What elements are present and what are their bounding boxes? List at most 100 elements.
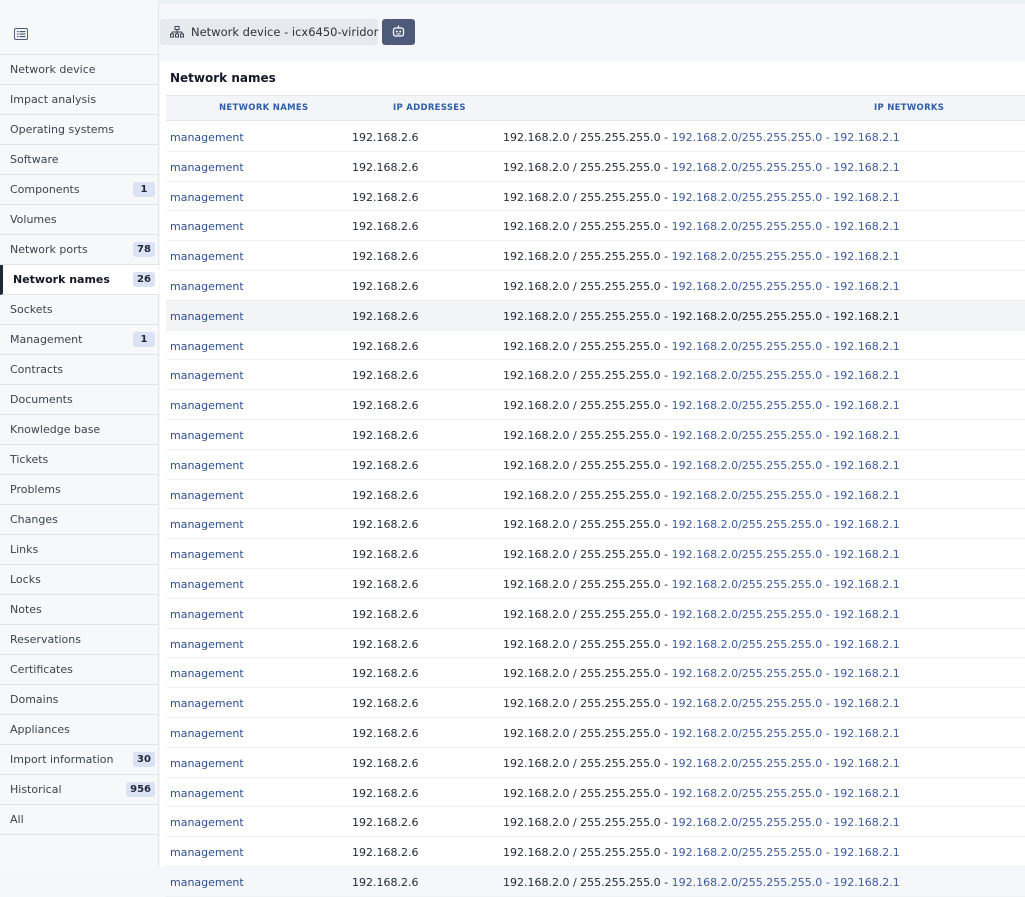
ip-network-link[interactable]: 192.168.2.0/255.255.255.0 - 192.168.2.1	[672, 578, 900, 591]
ip-network-link[interactable]: 192.168.2.0/255.255.255.0 - 192.168.2.1	[672, 191, 900, 204]
table-row[interactable]: management 192.168.2.6 192.168.2.0 / 255.2…	[166, 539, 1025, 569]
network-name-link[interactable]: management	[170, 578, 244, 591]
table-row[interactable]: management 192.168.2.6 192.168.2.0 / 255.2…	[166, 509, 1025, 540]
table-row[interactable]: management 192.168.2.6 192.168.2.0 / 255.2…	[166, 420, 1025, 450]
network-name-link[interactable]: management	[170, 429, 244, 442]
sidebar-item-software[interactable]: Software	[0, 145, 159, 175]
breadcrumb[interactable]: Network device - icx6450-viridor	[160, 19, 378, 45]
sidebar-item-network-names[interactable]: Network names 26	[0, 265, 159, 295]
table-row[interactable]: management 192.168.2.6 192.168.2.0 / 255.2…	[166, 599, 1025, 629]
table-row[interactable]: management 192.168.2.6 192.168.2.0 / 255.2…	[166, 360, 1025, 391]
ip-network-link[interactable]: 192.168.2.0/255.255.255.0 - 192.168.2.1	[672, 876, 900, 889]
table-row[interactable]: management 192.168.2.6 192.168.2.0 / 255.2…	[166, 807, 1025, 838]
table-row[interactable]: management 192.168.2.6 192.168.2.0 / 255.2…	[166, 300, 1025, 331]
ip-network-link[interactable]: 192.168.2.0/255.255.255.0 - 192.168.2.1	[672, 816, 900, 829]
ip-network-link[interactable]: 192.168.2.0/255.255.255.0 - 192.168.2.1	[672, 727, 900, 740]
sidebar-item-impact-analysis[interactable]: Impact analysis	[0, 85, 159, 115]
network-name-link[interactable]: management	[170, 876, 244, 889]
network-name-link[interactable]: management	[170, 548, 244, 561]
sidebar-item-tickets[interactable]: Tickets	[0, 445, 159, 475]
column-header-network-names[interactable]: NETWORK NAMES	[219, 103, 308, 113]
ip-network-link[interactable]: 192.168.2.0/255.255.255.0 - 192.168.2.1	[672, 369, 900, 382]
ip-network-link[interactable]: 192.168.2.0/255.255.255.0 - 192.168.2.1	[672, 220, 900, 233]
network-name-link[interactable]: management	[170, 161, 244, 174]
ip-network-link[interactable]: 192.168.2.0/255.255.255.0 - 192.168.2.1	[672, 608, 900, 621]
ip-network-link[interactable]: 192.168.2.0/255.255.255.0 - 192.168.2.1	[672, 697, 900, 710]
sidebar-item-links[interactable]: Links	[0, 535, 159, 565]
table-row[interactable]: management 192.168.2.6 192.168.2.0 / 255.2…	[166, 778, 1025, 808]
sidebar-item-problems[interactable]: Problems	[0, 475, 159, 505]
network-name-link[interactable]: management	[170, 489, 244, 502]
network-name-link[interactable]: management	[170, 846, 244, 859]
ip-network-link[interactable]: 192.168.2.0/255.255.255.0 - 192.168.2.1	[672, 489, 900, 502]
network-name-link[interactable]: management	[170, 220, 244, 233]
ip-network-link[interactable]: 192.168.2.0/255.255.255.0 - 192.168.2.1	[672, 399, 900, 412]
sidebar-item-notes[interactable]: Notes	[0, 595, 159, 625]
ip-network-link[interactable]: 192.168.2.0/255.255.255.0 - 192.168.2.1	[672, 161, 900, 174]
ip-network-link[interactable]: 192.168.2.0/255.255.255.0 - 192.168.2.1	[672, 757, 900, 770]
sidebar-item-locks[interactable]: Locks	[0, 565, 159, 595]
sidebar-item-contracts[interactable]: Contracts	[0, 355, 159, 385]
table-row[interactable]: management 192.168.2.6 192.168.2.0 / 255.2…	[166, 867, 1025, 897]
ip-network-link[interactable]: 192.168.2.0/255.255.255.0 - 192.168.2.1	[672, 131, 900, 144]
network-name-link[interactable]: management	[170, 518, 244, 531]
table-row[interactable]: management 192.168.2.6 192.168.2.0 / 255.2…	[166, 122, 1025, 152]
table-row[interactable]: management 192.168.2.6 192.168.2.0 / 255.2…	[166, 152, 1025, 182]
network-name-link[interactable]: management	[170, 816, 244, 829]
sidebar-item-appliances[interactable]: Appliances	[0, 715, 159, 745]
table-row[interactable]: management 192.168.2.6 192.168.2.0 / 255.2…	[166, 688, 1025, 718]
table-row[interactable]: management 192.168.2.6 192.168.2.0 / 255.2…	[166, 390, 1025, 420]
sidebar-item-sockets[interactable]: Sockets	[0, 295, 159, 325]
network-name-link[interactable]: management	[170, 757, 244, 770]
sidebar-item-knowledge-base[interactable]: Knowledge base	[0, 415, 159, 445]
network-name-link[interactable]: management	[170, 727, 244, 740]
table-row[interactable]: management 192.168.2.6 192.168.2.0 / 255.2…	[166, 718, 1025, 748]
ip-network-link[interactable]: 192.168.2.0/255.255.255.0 - 192.168.2.1	[672, 429, 900, 442]
network-name-link[interactable]: management	[170, 250, 244, 263]
table-row[interactable]: management 192.168.2.6 192.168.2.0 / 255.2…	[166, 629, 1025, 659]
ip-network-link[interactable]: 192.168.2.0/255.255.255.0 - 192.168.2.1	[672, 340, 900, 353]
sidebar-item-components[interactable]: Components 1	[0, 175, 159, 205]
sidebar-item-management[interactable]: Management 1	[0, 325, 159, 355]
sidebar-item-volumes[interactable]: Volumes	[0, 205, 159, 235]
table-row[interactable]: management 192.168.2.6 192.168.2.0 / 255.2…	[166, 182, 1025, 212]
column-header-ip-networks[interactable]: IP NETWORKS	[874, 103, 944, 113]
sidebar-item-operating-systems[interactable]: Operating systems	[0, 115, 159, 145]
network-name-link[interactable]: management	[170, 667, 244, 680]
table-row[interactable]: management 192.168.2.6 192.168.2.0 / 255.2…	[166, 748, 1025, 778]
sidebar-item-domains[interactable]: Domains	[0, 685, 159, 715]
network-name-link[interactable]: management	[170, 369, 244, 382]
ip-network-link[interactable]: 192.168.2.0/255.255.255.0 - 192.168.2.1	[672, 548, 900, 561]
table-row[interactable]: management 192.168.2.6 192.168.2.0 / 255.2…	[166, 569, 1025, 599]
network-name-link[interactable]: management	[170, 608, 244, 621]
table-row[interactable]: management 192.168.2.6 192.168.2.0 / 255.2…	[166, 241, 1025, 271]
network-name-link[interactable]: management	[170, 131, 244, 144]
sidebar-item-documents[interactable]: Documents	[0, 385, 159, 415]
ip-network-link[interactable]: 192.168.2.0/255.255.255.0 - 192.168.2.1	[672, 518, 900, 531]
sidebar-item-network-device[interactable]: Network device	[0, 55, 159, 85]
sidebar-item-import-information[interactable]: Import information 30	[0, 745, 159, 775]
network-name-link[interactable]: management	[170, 340, 244, 353]
table-row[interactable]: management 192.168.2.6 192.168.2.0 / 255.2…	[166, 271, 1025, 301]
network-name-link[interactable]: management	[170, 459, 244, 472]
ip-network-link[interactable]: 192.168.2.0/255.255.255.0 - 192.168.2.1	[672, 459, 900, 472]
table-row[interactable]: management 192.168.2.6 192.168.2.0 / 255.2…	[166, 658, 1025, 689]
ip-network-link[interactable]: 192.168.2.0/255.255.255.0 - 192.168.2.1	[672, 846, 900, 859]
network-name-link[interactable]: management	[170, 310, 244, 323]
sidebar-item-network-ports[interactable]: Network ports 78	[0, 235, 159, 265]
robot-action-button[interactable]	[382, 19, 415, 45]
table-row[interactable]: management 192.168.2.6 192.168.2.0 / 255.2…	[166, 331, 1025, 361]
table-row[interactable]: management 192.168.2.6 192.168.2.0 / 255.2…	[166, 211, 1025, 242]
table-row[interactable]: management 192.168.2.6 192.168.2.0 / 255.2…	[166, 450, 1025, 480]
ip-network-link[interactable]: 192.168.2.0/255.255.255.0 - 192.168.2.1	[672, 638, 900, 651]
network-name-link[interactable]: management	[170, 638, 244, 651]
table-row[interactable]: management 192.168.2.6 192.168.2.0 / 255.2…	[166, 480, 1025, 510]
network-name-link[interactable]: management	[170, 280, 244, 293]
sidebar-item-reservations[interactable]: Reservations	[0, 625, 159, 655]
table-row[interactable]: management 192.168.2.6 192.168.2.0 / 255.2…	[166, 837, 1025, 867]
ip-network-link[interactable]: 192.168.2.0/255.255.255.0 - 192.168.2.1	[672, 280, 900, 293]
sidebar-item-historical[interactable]: Historical 956	[0, 775, 159, 805]
sidebar-item-changes[interactable]: Changes	[0, 505, 159, 535]
network-name-link[interactable]: management	[170, 191, 244, 204]
ip-network-link[interactable]: 192.168.2.0/255.255.255.0 - 192.168.2.1	[672, 667, 900, 680]
